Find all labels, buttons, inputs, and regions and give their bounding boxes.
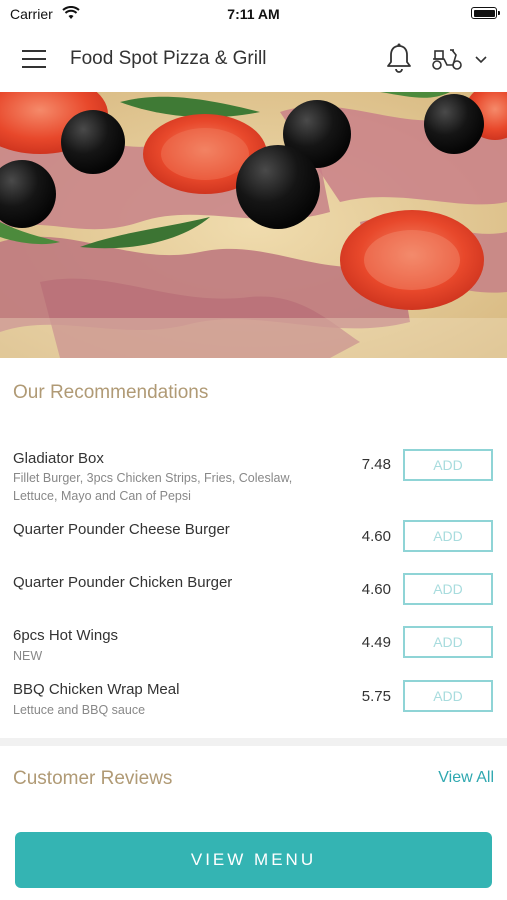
restaurant-title: Food Spot Pizza & Grill xyxy=(70,48,267,69)
item-name: Gladiator Box xyxy=(13,450,104,467)
item-price: 5.75 xyxy=(361,688,391,705)
battery-icon xyxy=(471,7,500,19)
menu-icon[interactable] xyxy=(22,50,48,72)
section-divider xyxy=(0,738,507,746)
menu-item: Quarter Pounder Chicken Burger 4.60 ADD xyxy=(0,572,507,612)
item-name: 6pcs Hot Wings xyxy=(13,627,119,644)
recommendations-title: Our Recommendations xyxy=(13,382,209,403)
menu-item: 6pcs Hot Wings NEW 4.49 ADD xyxy=(0,625,507,665)
bell-icon[interactable] xyxy=(385,42,413,74)
item-price: 4.60 xyxy=(361,581,391,598)
item-price: 4.49 xyxy=(361,634,391,651)
reviews-title: Customer Reviews xyxy=(13,768,173,789)
add-button[interactable]: ADD xyxy=(403,449,493,481)
view-menu-button[interactable]: VIEW MENU xyxy=(15,832,492,888)
hero-food-image xyxy=(0,92,507,358)
menu-item: Gladiator Box Fillet Burger, 3pcs Chicke… xyxy=(0,448,507,508)
header: Food Spot Pizza & Grill xyxy=(0,28,507,92)
item-name: BBQ Chicken Wrap Meal xyxy=(13,681,180,698)
item-price: 4.60 xyxy=(361,528,391,545)
add-button[interactable]: ADD xyxy=(403,626,493,658)
add-button[interactable]: ADD xyxy=(403,520,493,552)
item-name: Quarter Pounder Cheese Burger xyxy=(13,521,230,538)
chevron-down-icon[interactable] xyxy=(474,52,488,66)
menu-item: BBQ Chicken Wrap Meal Lettuce and BBQ sa… xyxy=(0,679,507,719)
item-description: Lettuce and BBQ sauce xyxy=(13,703,146,717)
clock-time: 7:11 AM xyxy=(227,6,280,22)
item-description: Fillet Burger, 3pcs Chicken Strips, Frie… xyxy=(13,471,293,485)
delivery-scooter-icon[interactable] xyxy=(430,44,464,72)
item-price: 7.48 xyxy=(361,456,391,473)
menu-item: Quarter Pounder Cheese Burger 4.60 ADD xyxy=(0,519,507,559)
view-all-link[interactable]: View All xyxy=(438,769,494,787)
add-button[interactable]: ADD xyxy=(403,573,493,605)
pizza-illustration xyxy=(0,92,507,358)
item-description: NEW xyxy=(13,649,43,663)
item-name: Quarter Pounder Chicken Burger xyxy=(13,574,233,591)
status-bar: Carrier 7:11 AM xyxy=(0,0,507,28)
item-description-line2: Lettuce, Mayo and Can of Pepsi xyxy=(13,489,191,503)
add-button[interactable]: ADD xyxy=(403,680,493,712)
